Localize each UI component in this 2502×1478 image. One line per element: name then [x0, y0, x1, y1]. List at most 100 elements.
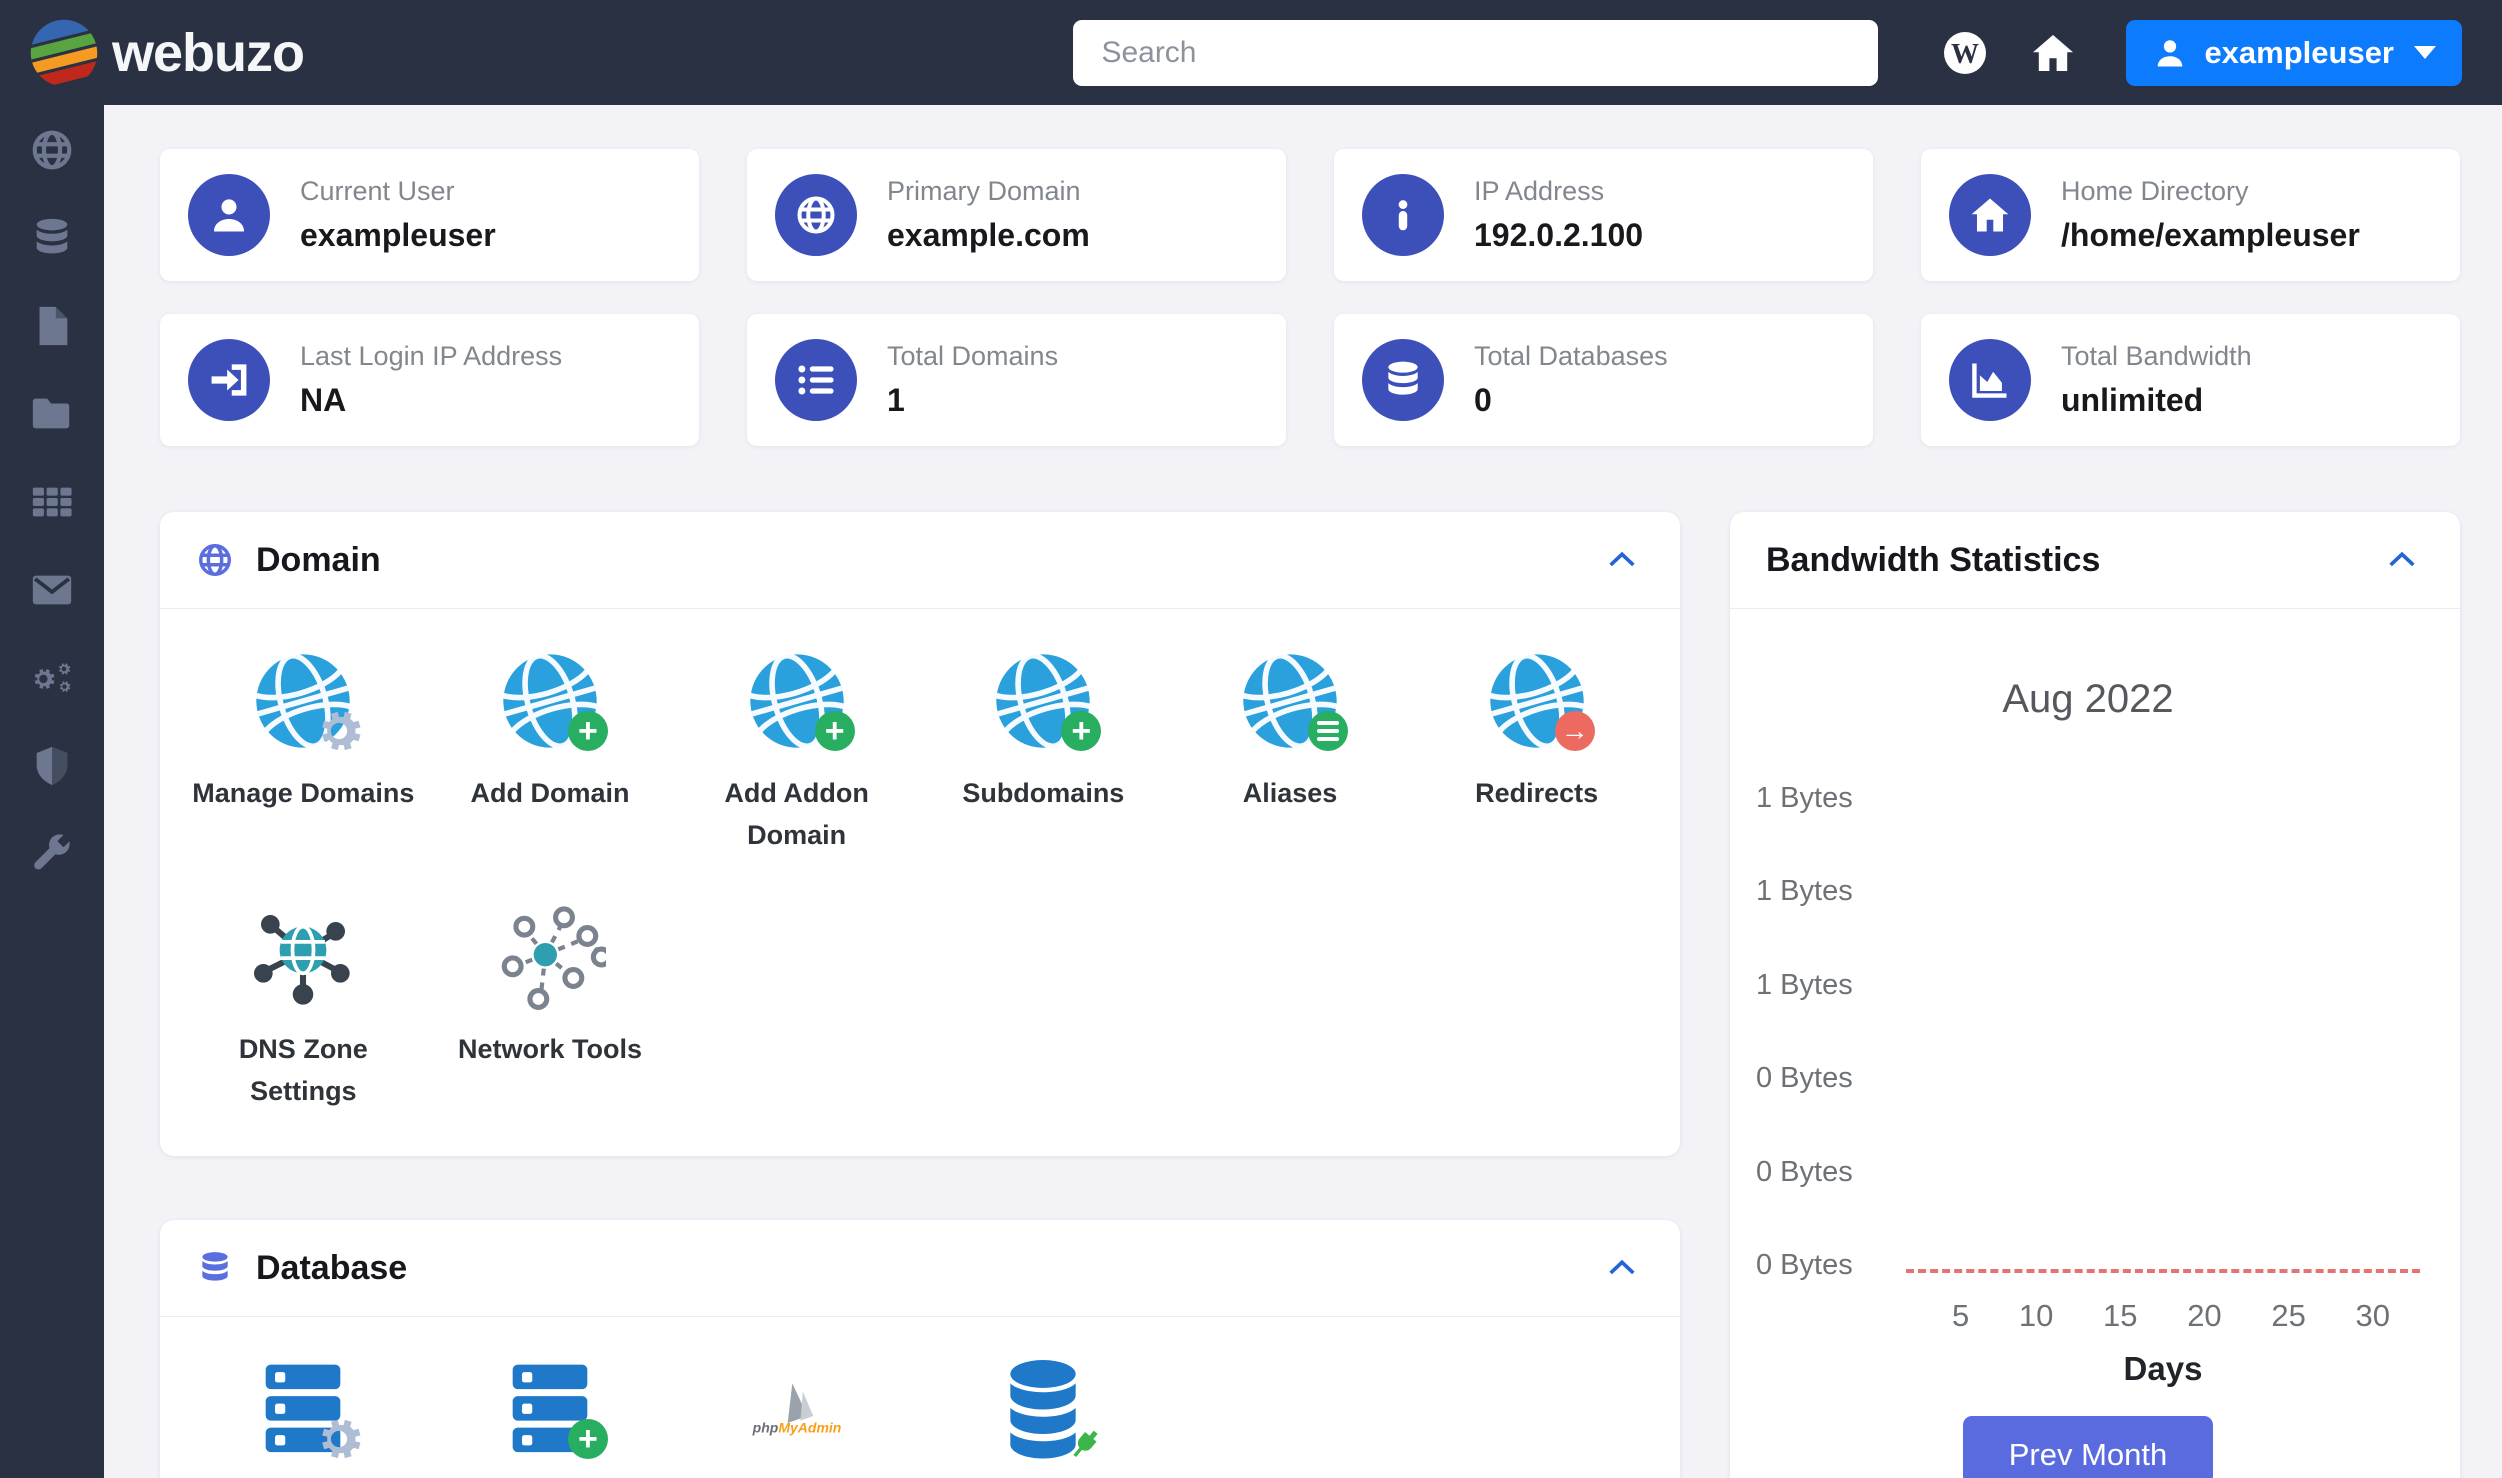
app-tile-manage-databases[interactable]: Manage Databases — [180, 1353, 427, 1478]
globe-gear-icon — [247, 645, 359, 757]
sidebar — [0, 105, 104, 1478]
x-tick-label: 5 — [1952, 1298, 1970, 1333]
gear-badge-icon — [311, 1411, 367, 1467]
gears-icon — [29, 655, 75, 701]
login-icon — [207, 358, 251, 402]
stat-card-value: NA — [300, 382, 347, 418]
globe-plus-icon: + — [494, 645, 608, 757]
stat-card-label: Total Bandwidth — [2061, 341, 2252, 371]
globe-arrow-icon: → — [1481, 645, 1595, 757]
app-tile-remote-mysql-access[interactable]: Remote Mysql Access — [920, 1353, 1167, 1478]
chart-x-axis: 5 10 15 20 25 30 — [1906, 1282, 2420, 1334]
topbar: webuzo exampleuser — [0, 0, 2502, 105]
stat-card-value: /home/exampleuser — [2061, 217, 2360, 253]
network-nodes-icon — [494, 901, 606, 1013]
app-tile-label: Network Tools — [457, 1033, 642, 1064]
chart-plot-area — [1906, 782, 2420, 1282]
stat-card: Primary Domain example.com — [747, 149, 1286, 281]
stat-card-label: Current User — [300, 176, 455, 206]
x-tick-label: 25 — [2271, 1298, 2306, 1333]
topbar-actions: exampleuser — [1940, 19, 2462, 86]
stat-card-label: Total Databases — [1474, 341, 1668, 371]
mail-icon — [29, 567, 75, 613]
stat-card-label: Total Domains — [887, 341, 1059, 371]
list-badge-icon — [1307, 711, 1348, 751]
home-icon — [1968, 193, 2012, 237]
x-tick-label: 10 — [2018, 1298, 2054, 1333]
search-input[interactable] — [1073, 19, 1879, 86]
wrench-icon — [29, 831, 75, 877]
app-tile-label: Subdomains — [962, 778, 1125, 808]
stat-card-label: Primary Domain — [887, 176, 1081, 206]
app-tile-add-addon-domain[interactable]: + Add Addon Domain — [673, 645, 920, 857]
app-tile-manage-domains[interactable]: Manage Domains — [180, 645, 427, 857]
user-menu-username: exampleuser — [2204, 34, 2394, 70]
plus-badge-icon: + — [814, 711, 855, 751]
area-chart-icon — [1968, 358, 2012, 402]
globe-icon — [794, 193, 838, 237]
app-tile-phpmyadmin[interactable]: phpMyAdmin — [673, 1353, 920, 1478]
app-tile-dns-zone-settings[interactable]: DNS Zone Settings — [180, 901, 427, 1113]
app-tile-aliases[interactable]: Aliases — [1167, 645, 1414, 857]
app-tile-label: Manage Domains — [192, 778, 415, 808]
shield-icon — [29, 743, 75, 789]
stat-card-value: unlimited — [2061, 382, 2204, 418]
chevron-up-icon — [1605, 543, 1639, 577]
home-icon[interactable] — [2028, 28, 2078, 78]
database-collapse-button[interactable] — [1600, 1246, 1644, 1290]
database-panel-title: Database — [256, 1248, 408, 1287]
stat-card: Total Domains 1 — [747, 314, 1286, 446]
app-tile-label: Add Addon Domain — [724, 778, 869, 850]
stat-card: Total Bandwidth unlimited — [1921, 314, 2460, 446]
sidebar-item-folders[interactable] — [29, 391, 75, 437]
stat-card-label: Last Login IP Address — [300, 341, 563, 371]
caret-down-icon — [2414, 46, 2436, 59]
chart-y-axis: 1 Bytes 1 Bytes 1 Bytes 0 Bytes 0 Bytes 0 Byt… — [1756, 782, 1906, 1282]
sidebar-item-email[interactable] — [29, 567, 75, 613]
sidebar-item-tools[interactable] — [29, 831, 75, 877]
sidebar-item-security[interactable] — [29, 743, 75, 789]
sidebar-item-settings[interactable] — [29, 655, 75, 701]
globe-icon — [196, 541, 234, 579]
y-tick-label: 0 Bytes — [1756, 1062, 1853, 1095]
plus-badge-icon: + — [567, 711, 608, 751]
brand-name: webuzo — [112, 22, 305, 83]
sidebar-item-files[interactable] — [29, 303, 75, 349]
chevron-up-icon — [1605, 1251, 1639, 1285]
database-icon — [29, 215, 75, 261]
server-plus-icon: + — [494, 1353, 608, 1465]
stat-card: Current User exampleuser — [160, 149, 699, 281]
app-tile-network-tools[interactable]: Network Tools — [427, 901, 674, 1113]
y-tick-label: 1 Bytes — [1756, 875, 1853, 908]
app-tile-label: DNS Zone Settings — [238, 1033, 368, 1106]
sidebar-item-apps[interactable] — [29, 479, 75, 525]
database-plug-icon — [987, 1353, 1099, 1465]
chart-x-label: Days — [2123, 1350, 2203, 1387]
y-tick-label: 1 Bytes — [1756, 782, 1853, 814]
sidebar-item-databases[interactable] — [29, 215, 75, 261]
bandwidth-collapse-button[interactable] — [2380, 538, 2424, 582]
stat-card-label: IP Address — [1474, 176, 1605, 206]
app-tile-redirects[interactable]: → Redirects — [1413, 645, 1660, 857]
prev-month-button[interactable]: Prev Month — [1962, 1416, 2214, 1478]
list-icon — [794, 358, 838, 402]
chevron-up-icon — [2385, 543, 2419, 577]
folder-icon — [29, 391, 75, 437]
wordpress-icon[interactable] — [1940, 28, 1990, 78]
app-tile-add-database[interactable]: + Add Database — [427, 1353, 674, 1478]
stat-card-value: 1 — [887, 382, 905, 418]
database-icon — [1381, 358, 1425, 402]
user-menu-button[interactable]: exampleuser — [2126, 19, 2462, 86]
bandwidth-panel-title: Bandwidth Statistics — [1766, 540, 2101, 579]
stat-card: Home Directory /home/exampleuser — [1921, 149, 2460, 281]
app-tile-add-domain[interactable]: + Add Domain — [427, 645, 674, 857]
brand-logo[interactable]: webuzo — [26, 15, 305, 91]
y-tick-label: 0 Bytes — [1756, 1155, 1853, 1188]
domain-collapse-button[interactable] — [1600, 538, 1644, 582]
app-tile-subdomains[interactable]: + Subdomains — [920, 645, 1167, 857]
y-tick-label: 1 Bytes — [1756, 968, 1853, 1001]
sidebar-item-domains[interactable] — [29, 127, 75, 173]
app-tile-label: Aliases — [1242, 778, 1338, 808]
stat-card: Last Login IP Address NA — [160, 314, 699, 446]
arrow-badge-icon: → — [1554, 711, 1595, 751]
